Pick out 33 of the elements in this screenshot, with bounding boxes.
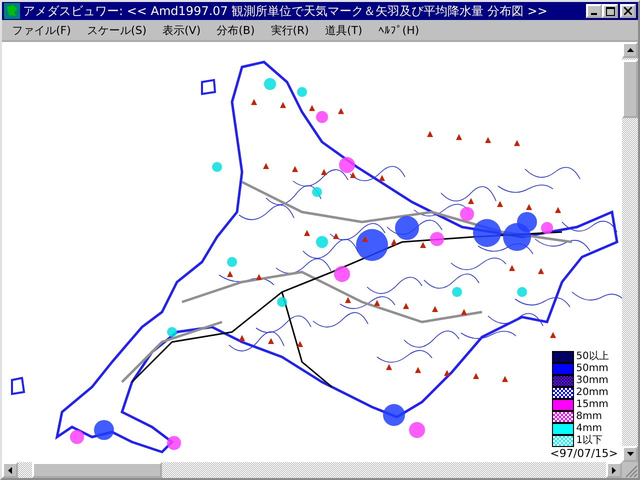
legend-label: 50以上 — [576, 351, 609, 363]
menu-item[interactable]: 表示(V) — [154, 22, 209, 38]
legend-label: 20mm — [576, 387, 608, 399]
up-arrow-icon — [626, 48, 634, 52]
maximize-button[interactable] — [602, 4, 618, 18]
maximize-icon — [606, 6, 614, 16]
minimize-button[interactable] — [586, 4, 602, 18]
close-button[interactable] — [620, 4, 636, 18]
legend-label: 4mm — [576, 423, 602, 434]
scroll-thumb[interactable] — [32, 462, 162, 478]
menu-item[interactable]: ﾍﾙﾌﾟ(H) — [370, 24, 428, 36]
menu-item[interactable]: スケール(S) — [78, 22, 154, 38]
date-label: <97/07/15> — [550, 447, 618, 460]
legend-label: 8mm — [576, 411, 602, 423]
menu-item[interactable]: 実行(R) — [262, 22, 317, 38]
scroll-down-button[interactable] — [622, 446, 638, 462]
menu-item[interactable]: 道具(T) — [316, 22, 370, 38]
menu-item[interactable]: ファイル(F) — [4, 22, 79, 38]
scroll-up-button[interactable] — [622, 42, 638, 58]
down-arrow-icon — [626, 452, 634, 456]
legend-label: 15mm — [576, 399, 608, 411]
map-icon — [4, 3, 20, 19]
close-icon — [624, 7, 632, 15]
scroll-left-button[interactable] — [2, 462, 18, 478]
window-title: アメダスビュワー: << Amd1997.07 観測所単位で天気マーク＆矢羽及び平均降水量 分布図 >> — [23, 2, 548, 20]
scroll-thumb[interactable] — [622, 60, 638, 118]
legend-label: 30mm — [576, 375, 608, 387]
legend-label: 1以下 — [576, 435, 603, 447]
legend-label: 50mm — [576, 363, 608, 375]
menu-item[interactable]: 分布(B) — [208, 22, 263, 38]
scroll-right-button[interactable] — [606, 462, 622, 478]
left-arrow-icon — [8, 466, 12, 474]
right-arrow-icon — [612, 466, 616, 474]
